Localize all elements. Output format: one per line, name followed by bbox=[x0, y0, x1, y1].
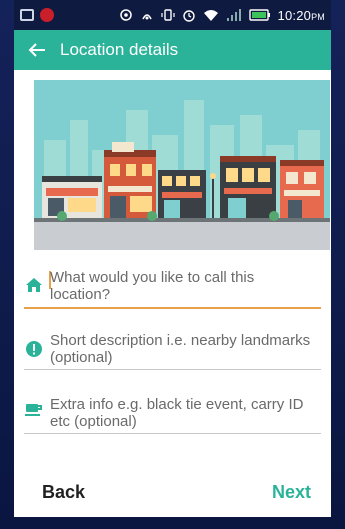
battery-icon bbox=[248, 9, 270, 21]
description-placeholder: Short description i.e. nearby landmarks … bbox=[50, 332, 311, 366]
shop-2 bbox=[104, 142, 156, 218]
coffee-icon bbox=[24, 400, 44, 420]
clock-time: 10:20 bbox=[277, 7, 312, 23]
vibrate-icon bbox=[160, 9, 175, 21]
back-arrow-icon bbox=[28, 43, 45, 57]
alarm-icon bbox=[182, 10, 195, 22]
extra-info-field[interactable]: Extra info e.g. black tie event, carry I… bbox=[24, 390, 321, 434]
location-icon bbox=[119, 9, 132, 21]
home-icon bbox=[24, 275, 44, 295]
shop-5 bbox=[280, 160, 324, 218]
device-frame-bottom bbox=[0, 517, 345, 529]
next-button[interactable]: Next bbox=[272, 482, 311, 503]
signal-icon bbox=[226, 8, 241, 21]
clock-ampm: PM bbox=[311, 11, 325, 22]
back-button[interactable]: Back bbox=[42, 482, 85, 503]
alert-icon bbox=[40, 8, 54, 22]
location-name-field[interactable]: What would you like to call this locatio… bbox=[24, 265, 321, 309]
wifi-icon bbox=[203, 9, 218, 21]
device-frame-right bbox=[331, 0, 345, 529]
device-frame-left bbox=[0, 0, 14, 529]
info-icon bbox=[24, 339, 44, 359]
location-name-placeholder: What would you like to call this locatio… bbox=[50, 269, 255, 303]
shop-1 bbox=[42, 176, 102, 218]
page-title: Location details bbox=[60, 40, 179, 59]
keyboard-icon bbox=[20, 9, 34, 21]
street-illustration bbox=[34, 80, 330, 250]
back-arrow-button[interactable] bbox=[14, 30, 60, 70]
clock: 10:20PM bbox=[278, 8, 325, 23]
shop-4 bbox=[220, 156, 276, 218]
extra-info-placeholder: Extra info e.g. black tie event, carry I… bbox=[50, 396, 304, 430]
nfc-icon bbox=[141, 14, 152, 20]
description-field[interactable]: Short description i.e. nearby landmarks … bbox=[24, 328, 321, 370]
shop-3 bbox=[158, 170, 206, 218]
app-bar: Location details bbox=[14, 30, 331, 70]
content-area: What would you like to call this locatio… bbox=[14, 70, 331, 517]
status-bar: 10:20PM bbox=[14, 0, 331, 30]
